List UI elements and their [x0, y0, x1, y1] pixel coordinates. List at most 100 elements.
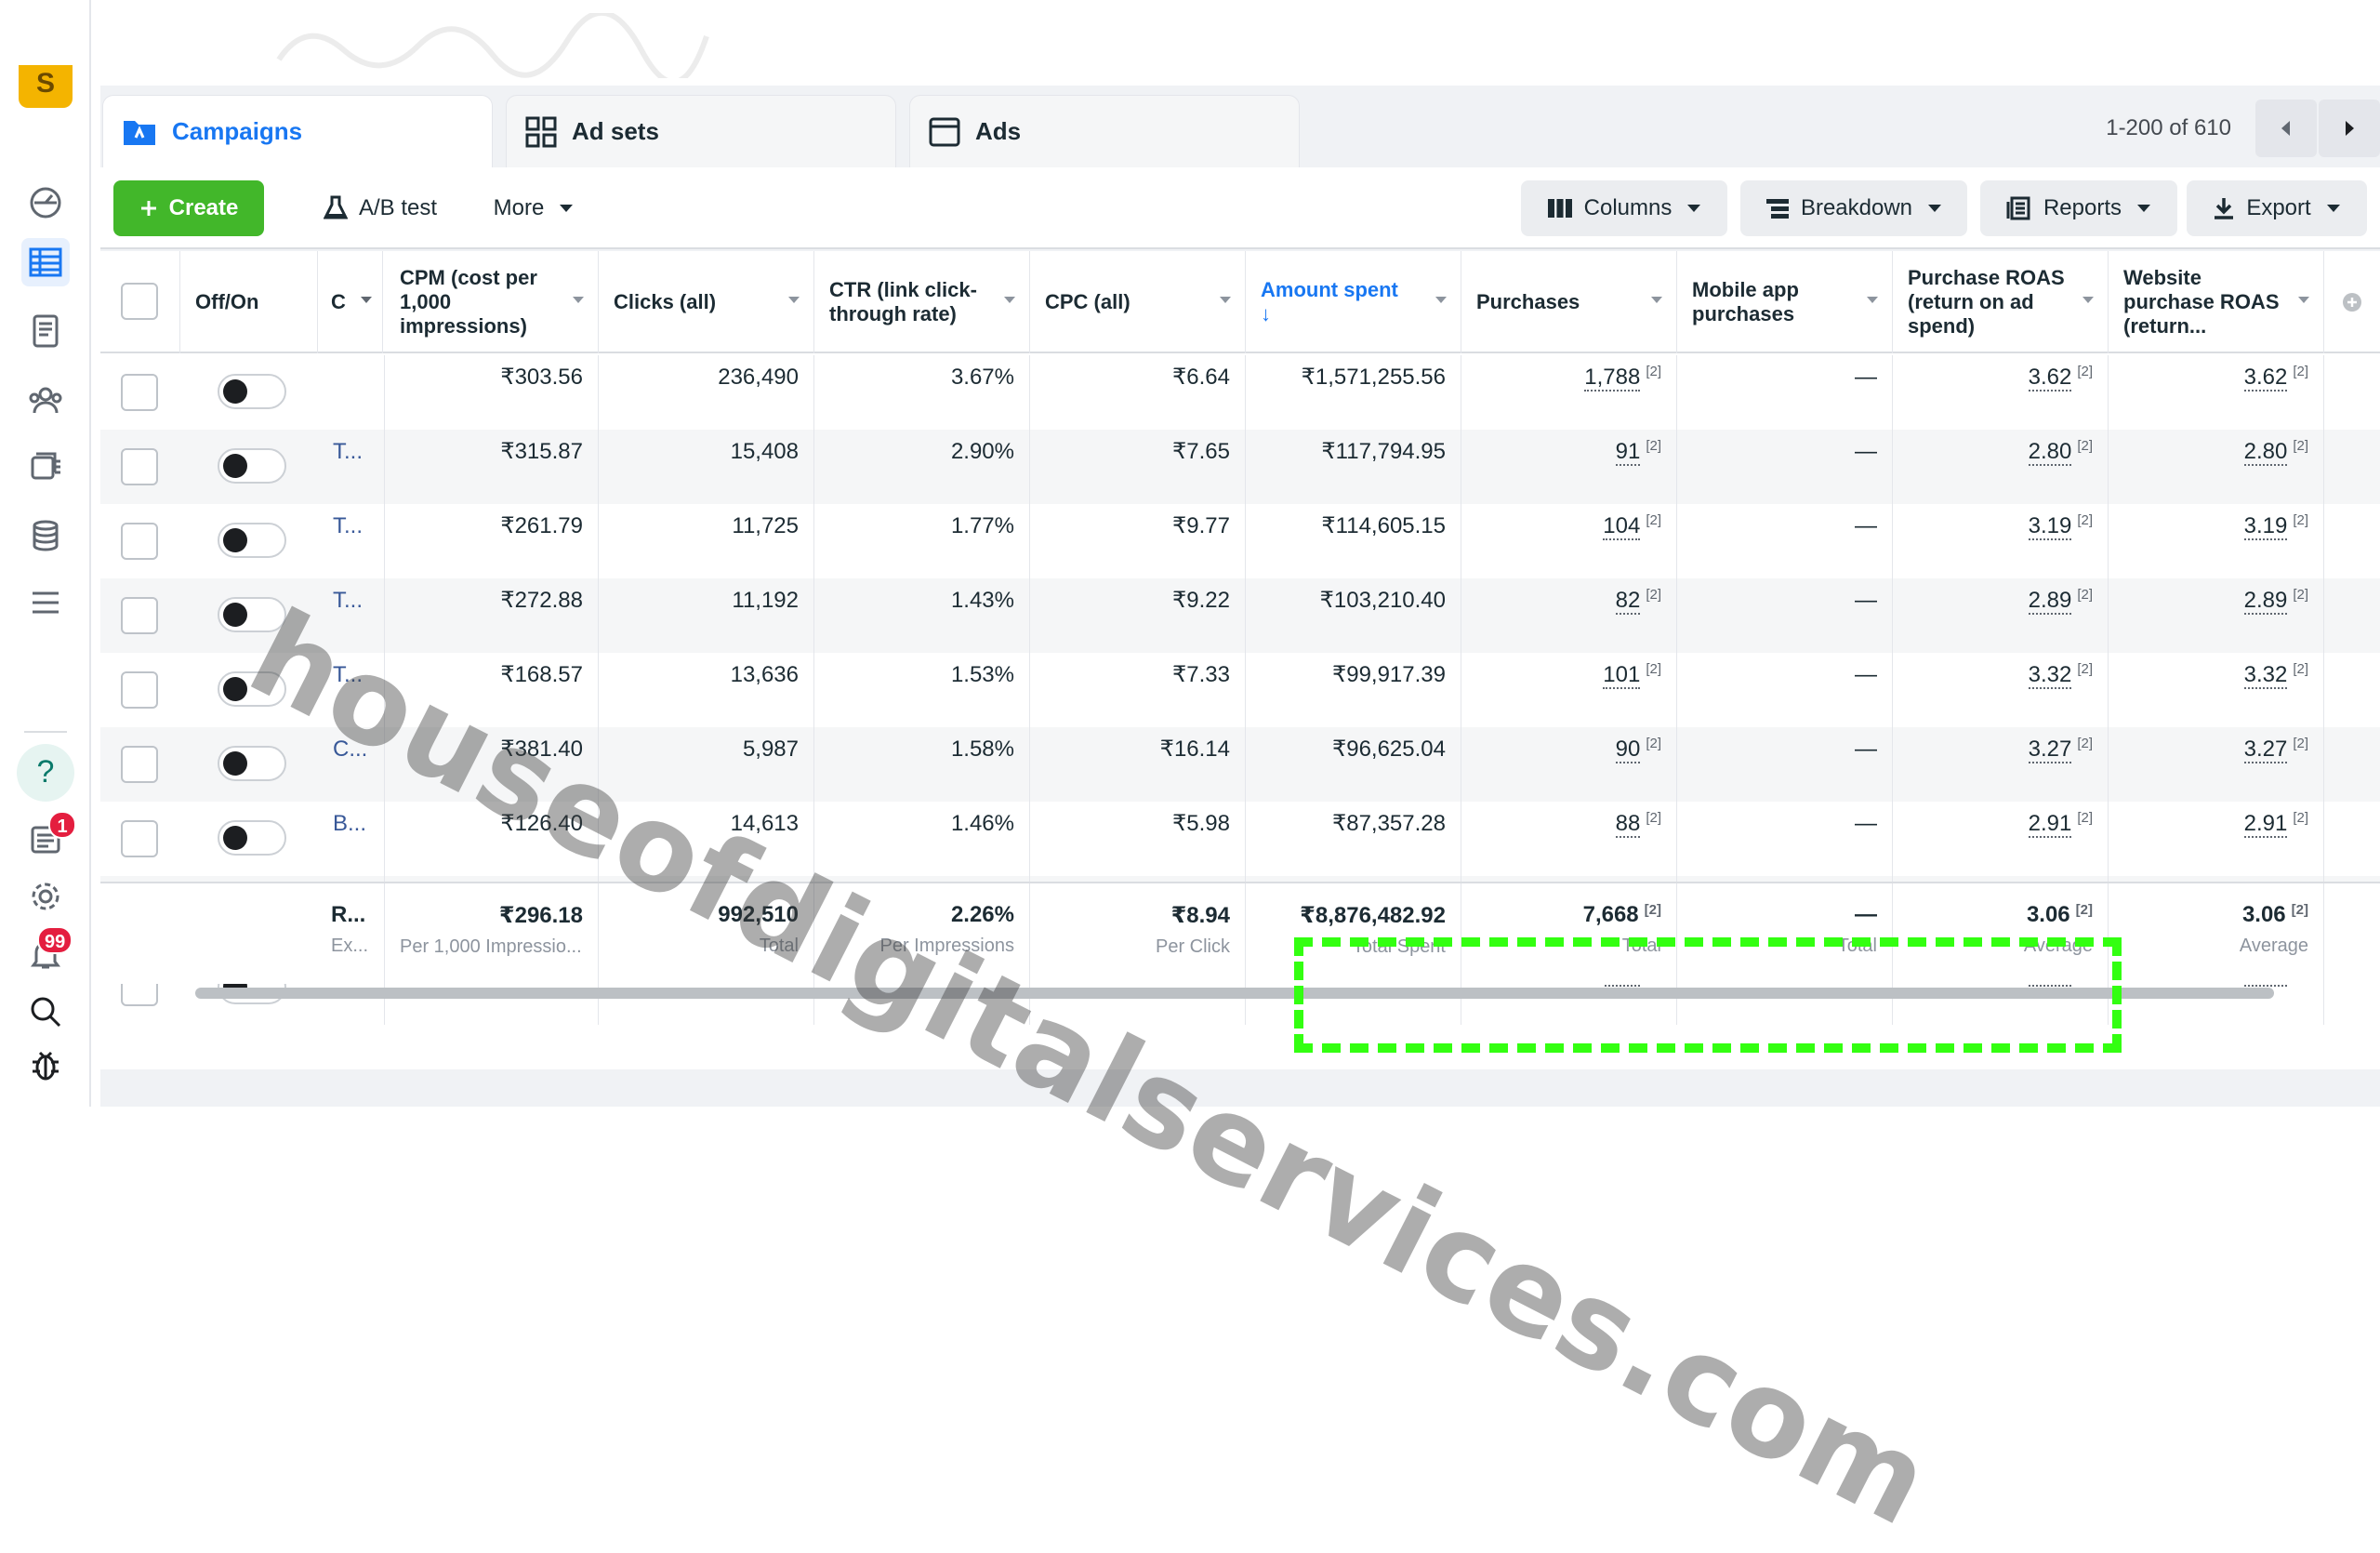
row-checkbox[interactable]: [121, 448, 158, 485]
campaign-toggle[interactable]: [218, 374, 286, 409]
cell-proas-value[interactable]: 3.62: [2028, 365, 2072, 392]
row-checkbox[interactable]: [121, 597, 158, 634]
help-icon[interactable]: ?: [17, 744, 74, 802]
row-checkbox[interactable]: [121, 671, 158, 709]
footer-cpm-label: Per 1,000 Impressio...: [400, 936, 582, 957]
tab-ad-sets[interactable]: Ad sets: [506, 95, 896, 167]
tab-campaigns[interactable]: Campaigns: [102, 95, 493, 167]
cell-wroas-value[interactable]: 2.80: [2243, 439, 2288, 466]
table-row[interactable]: ₹303.56 236,490 3.67% ₹6.64 ₹1,571,255.56 1,7…: [100, 355, 2380, 430]
sort-caret-icon: [788, 297, 800, 303]
campaign-toggle[interactable]: [218, 746, 286, 781]
campaign-toggle[interactable]: [218, 448, 286, 484]
col-header-onoff[interactable]: Off/On: [180, 251, 318, 353]
table-row[interactable]: T... ₹315.87 15,408 2.90% ₹7.65 ₹117,794.95 91…: [100, 430, 2380, 504]
cell-wroas-value[interactable]: 3.19: [2243, 513, 2288, 540]
settings-gear-icon[interactable]: [21, 872, 70, 921]
cell-purchases-value[interactable]: 104: [1603, 513, 1641, 540]
campaign-name-cell[interactable]: [318, 355, 385, 430]
more-button[interactable]: More: [469, 180, 599, 236]
campaign-toggle[interactable]: [218, 523, 286, 558]
search-icon[interactable]: [21, 988, 70, 1036]
cell-ctr: 1.53%: [814, 653, 1030, 727]
footer-mobile-value: —: [1855, 902, 1877, 927]
cell-purchases-value[interactable]: 1,788: [1584, 365, 1641, 392]
row-checkbox[interactable]: [121, 374, 158, 411]
cell-wroas: 2.91 [2]: [2109, 802, 2324, 876]
export-button[interactable]: Export: [2187, 180, 2367, 236]
campaign-toggle[interactable]: [218, 820, 286, 856]
col-amount-label: Amount spent: [1261, 278, 1398, 301]
bug-report-icon[interactable]: [21, 1042, 70, 1090]
cell-wroas-value[interactable]: 3.32: [2243, 662, 2288, 689]
col-header-cpm[interactable]: CPM (cost per 1,000 impressions): [385, 251, 599, 353]
footer-cpm-value: ₹296.18: [498, 903, 583, 928]
row-checkbox[interactable]: [121, 746, 158, 783]
cell-proas-value[interactable]: 3.32: [2028, 662, 2072, 689]
cell-purchases-value[interactable]: 101: [1603, 662, 1641, 689]
pages-icon[interactable]: [21, 307, 70, 355]
campaign-name-cell[interactable]: T...: [318, 504, 385, 578]
billing-icon[interactable]: [21, 511, 70, 560]
cell-wroas-value[interactable]: 3.62: [2243, 365, 2288, 392]
col-header-ctr[interactable]: CTR (link click-through rate): [814, 251, 1030, 353]
campaigns-table-icon[interactable]: [21, 238, 70, 286]
col-header-website-purchase-roas[interactable]: Website purchase ROAS (return...: [2109, 251, 2324, 353]
col-header-purchase-roas[interactable]: Purchase ROAS (return on ad spend): [1893, 251, 2109, 353]
col-header-amount-spent[interactable]: Amount spent ↓: [1246, 251, 1461, 353]
select-all-checkbox[interactable]: [121, 283, 158, 320]
cell-purchases-value[interactable]: 91: [1615, 439, 1641, 466]
campaign-name-cell[interactable]: B...: [318, 802, 385, 876]
menu-icon[interactable]: [21, 578, 70, 627]
caret-down-icon: [1927, 204, 1942, 213]
col-header-cpc[interactable]: CPC (all): [1030, 251, 1246, 353]
cell-purchases-value[interactable]: 90: [1615, 737, 1641, 763]
cell-proas-value[interactable]: 3.19: [2028, 513, 2072, 540]
next-page-button[interactable]: [2319, 100, 2380, 157]
prev-page-button[interactable]: [2255, 100, 2317, 157]
table-row[interactable]: T... ₹261.79 11,725 1.77% ₹9.77 ₹114,605.15 10…: [100, 504, 2380, 578]
footnote-marker: [2]: [1646, 736, 1661, 751]
cell-proas-value[interactable]: 2.80: [2028, 439, 2072, 466]
cell-amount: ₹103,210.40: [1246, 578, 1461, 653]
footnote-marker: [2]: [1646, 364, 1661, 379]
cell-proas-value[interactable]: 2.89: [2028, 588, 2072, 615]
col-header-name[interactable]: C: [318, 251, 383, 353]
ab-test-button[interactable]: A/B test: [301, 180, 459, 236]
cell-purchases: 88 [2]: [1461, 802, 1677, 876]
dashboard-icon[interactable]: [21, 177, 70, 225]
row-checkbox[interactable]: [121, 820, 158, 857]
cell-wroas: 3.27 [2]: [2109, 727, 2324, 802]
table-row[interactable]: T... ₹272.88 11,192 1.43% ₹9.22 ₹103,210.40 82…: [100, 578, 2380, 653]
footer-name-cell: R... Ex...: [318, 883, 385, 986]
breakdown-button[interactable]: Breakdown: [1740, 180, 1967, 236]
create-button[interactable]: Create: [113, 180, 264, 236]
reports-button[interactable]: Reports: [1980, 180, 2177, 236]
footnote-marker: [2]: [2293, 661, 2308, 677]
cell-wroas-value[interactable]: 3.27: [2243, 737, 2288, 763]
sort-down-arrow-icon: ↓: [1261, 302, 1271, 325]
cell-proas-value[interactable]: 3.27: [2028, 737, 2072, 763]
account-avatar[interactable]: S: [19, 65, 73, 108]
tab-ads[interactable]: Ads: [909, 95, 1300, 167]
campaign-name-cell[interactable]: T...: [318, 430, 385, 504]
cell-purchases-value[interactable]: 82: [1615, 588, 1641, 615]
cell-proas-value[interactable]: 2.91: [2028, 811, 2072, 838]
col-header-purchases[interactable]: Purchases: [1461, 251, 1677, 353]
cell-wroas-value[interactable]: 2.89: [2243, 588, 2288, 615]
row-checkbox[interactable]: [121, 523, 158, 560]
audiences-icon[interactable]: [21, 376, 70, 424]
catalog-icon[interactable]: [21, 443, 70, 491]
cell-ctr: 1.43%: [814, 578, 1030, 653]
col-header-clicks[interactable]: Clicks (all): [599, 251, 814, 353]
cell-wroas-value[interactable]: 2.91: [2243, 811, 2288, 838]
cell-proas: 3.32 [2]: [1893, 653, 2109, 727]
footnote-marker: [2]: [2077, 438, 2093, 454]
add-column-icon[interactable]: [2324, 251, 2380, 353]
footnote-marker: [2]: [2293, 438, 2308, 454]
col-purchases-label: Purchases: [1476, 290, 1580, 313]
col-header-mobile-app-purchases[interactable]: Mobile app purchases: [1677, 251, 1893, 353]
cell-purchases-value[interactable]: 88: [1615, 811, 1641, 838]
columns-button[interactable]: Columns: [1521, 180, 1727, 236]
cell-ctr: 3.67%: [814, 355, 1030, 430]
